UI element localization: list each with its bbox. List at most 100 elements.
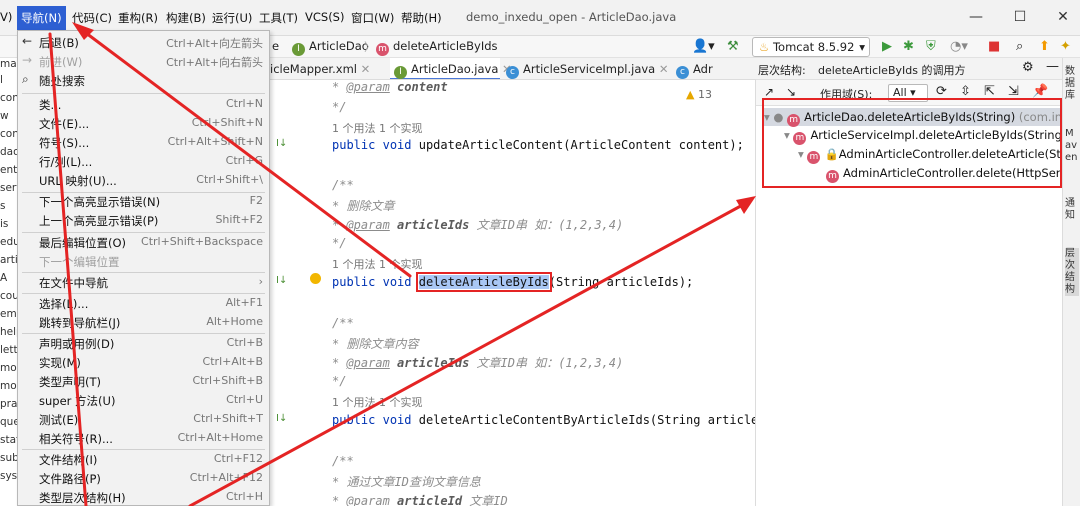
caller-hierarchy-icon[interactable]: ↘: [786, 85, 796, 99]
tree-item[interactable]: mol: [0, 362, 17, 374]
debug-icon[interactable]: ✱: [903, 39, 914, 55]
menu-window[interactable]: 窗口(W): [351, 10, 394, 26]
tree-item[interactable]: w: [0, 110, 9, 122]
menu-tools[interactable]: 工具(T): [259, 10, 298, 26]
menu-item-class[interactable]: 类... Ctrl+N: [18, 95, 269, 114]
minimize-icon[interactable]: —: [965, 7, 987, 27]
menu-item-declaration[interactable]: 声明或用例(D) Ctrl+B: [18, 334, 269, 353]
tree-item[interactable]: dao: [0, 146, 17, 158]
user-icon[interactable]: 👤▾: [692, 39, 715, 55]
breadcrumb-prefix[interactable]: e: [272, 39, 279, 53]
tab-article-mapper-xml[interactable]: icleMapper.xml ✕: [266, 58, 388, 79]
run-icon[interactable]: ▶: [882, 39, 892, 55]
tree-item[interactable]: mor: [0, 380, 17, 392]
breadcrumb-method[interactable]: m deleteArticleByIds: [376, 39, 498, 56]
menu-item-file-path[interactable]: 文件路径(P) Ctrl+Alt+F12: [18, 469, 269, 488]
usage-hint[interactable]: 1 个用法 1 个实现: [332, 120, 423, 136]
menu-item-super-method[interactable]: super 方法(U) Ctrl+U: [18, 391, 269, 410]
tool-window-database[interactable]: 数据库: [1065, 66, 1079, 102]
menu-code[interactable]: 代码(C): [72, 10, 112, 26]
usage-hint[interactable]: 1 个用法 1 个实现: [332, 394, 423, 410]
tree-item[interactable]: que: [0, 416, 17, 428]
tab-article-service-impl[interactable]: c ArticleServiceImpl.java ✕: [502, 58, 670, 79]
tree-item[interactable]: l: [0, 74, 3, 86]
tab-article-dao[interactable]: IArticleDao.java ✕: [390, 58, 512, 79]
lightbulb-icon[interactable]: [310, 273, 321, 284]
menu-item-related-symbol[interactable]: 相关符号(R)... Ctrl+Alt+Home: [18, 429, 269, 448]
pin-icon[interactable]: 📌: [1032, 84, 1048, 99]
tree-node-caller[interactable]: m AdminArticleController.delete(HttpServ: [826, 166, 1060, 183]
tree-item[interactable]: syst: [0, 470, 17, 482]
tree-item[interactable]: enti: [0, 164, 17, 176]
menu-item-search-everywhere[interactable]: ⌕ 随处搜索: [18, 71, 269, 90]
menu-view-partial[interactable]: V): [0, 10, 12, 24]
tree-item[interactable]: ema: [0, 308, 17, 320]
menu-item-file[interactable]: 文件(E)... Ctrl+Shift+N: [18, 114, 269, 133]
expand-all-icon[interactable]: ⇳: [960, 84, 971, 99]
close-tab-icon[interactable]: ✕: [361, 62, 371, 76]
menu-item-file-structure[interactable]: 文件结构(I) Ctrl+F12: [18, 450, 269, 469]
tree-item[interactable]: s: [0, 200, 5, 212]
implemented-gutter-icon[interactable]: I↓: [276, 138, 287, 149]
menu-item-back[interactable]: ← 后退(B) Ctrl+Alt+向左箭头: [18, 33, 269, 52]
collapse-all-icon[interactable]: ⇱: [984, 84, 995, 99]
menu-item-type-declaration[interactable]: 类型声明(T) Ctrl+Shift+B: [18, 372, 269, 391]
menu-item-jump-to-nav-bar[interactable]: 跳转到导航栏(J) Alt+Home: [18, 313, 269, 332]
tree-item[interactable]: ma: [0, 58, 17, 70]
menu-build[interactable]: 构建(B): [166, 10, 206, 26]
coverage-icon[interactable]: ⛨: [926, 39, 936, 55]
menu-item-url-mapping[interactable]: URL 映射(U)... Ctrl+Shift+\: [18, 171, 269, 190]
menu-item-test[interactable]: 测试(E) Ctrl+Shift+T: [18, 410, 269, 429]
selected-method-name[interactable]: deleteArticleByIds: [415, 272, 552, 292]
tree-item[interactable]: con: [0, 128, 17, 140]
profile-icon[interactable]: ◔▾: [950, 39, 968, 55]
menu-item-next-edit-location[interactable]: 下一个编辑位置: [18, 252, 269, 271]
tree-node-root[interactable]: ▾ ● m ArticleDao.deleteArticleByIds(Strin…: [764, 108, 1060, 127]
implemented-gutter-icon[interactable]: I↓: [276, 413, 287, 424]
menu-item-line-column[interactable]: 行/列(L)... Ctrl+G: [18, 152, 269, 171]
code-editor[interactable]: ▲ 13 * @param content */ 1 个用法 1 个实现 I↓ …: [266, 80, 756, 506]
implemented-gutter-icon[interactable]: I↓: [276, 275, 287, 286]
tree-node-caller[interactable]: ▾ m ArticleServiceImpl.deleteArticleByIds…: [784, 128, 1060, 145]
build-hammer-icon[interactable]: ⚒: [727, 39, 739, 55]
refresh-icon[interactable]: ⟳: [936, 84, 947, 99]
gear-icon[interactable]: ⚙: [1022, 60, 1034, 75]
tree-item[interactable]: cou: [0, 290, 17, 302]
menu-navigate[interactable]: 导航(N): [17, 6, 66, 30]
update-icon[interactable]: ⬆: [1039, 39, 1050, 55]
menu-refactor[interactable]: 重构(R): [118, 10, 158, 26]
maximize-icon[interactable]: ☐: [1009, 7, 1031, 27]
breadcrumb-class[interactable]: I ArticleDao: [292, 39, 369, 56]
menu-item-type-hierarchy[interactable]: 类型层次结构(H) Ctrl+H: [18, 488, 269, 505]
menu-item-next-error[interactable]: 下一个高亮显示错误(N) F2: [18, 192, 269, 211]
tree-node-caller[interactable]: ▾ m 🔒AdminArticleController.deleteArticle…: [798, 147, 1060, 164]
stop-icon[interactable]: ■: [988, 39, 1000, 55]
tree-item[interactable]: con: [0, 92, 17, 104]
menu-item-implementation[interactable]: 实现(M) Ctrl+Alt+B: [18, 353, 269, 372]
tree-item[interactable]: edu: [0, 236, 17, 248]
tree-item[interactable]: arti: [0, 254, 17, 266]
tree-item[interactable]: serv: [0, 182, 17, 194]
tree-item[interactable]: help: [0, 326, 17, 338]
tool-window-maven[interactable]: Maven: [1065, 128, 1079, 164]
tree-item[interactable]: lett: [0, 344, 17, 356]
usage-hint[interactable]: 1 个用法 1 个实现: [332, 256, 423, 272]
menu-item-select-in[interactable]: 选择(L)... Alt+F1: [18, 294, 269, 313]
menu-vcs[interactable]: VCS(S): [305, 10, 344, 24]
search-icon[interactable]: ⌕: [1016, 39, 1023, 55]
tab-admin-partial[interactable]: c Adr: [672, 58, 756, 79]
menu-item-previous-error[interactable]: 上一个高亮显示错误(P) Shift+F2: [18, 211, 269, 230]
tool-window-notifications[interactable]: 通知: [1065, 198, 1079, 222]
close-tab-icon[interactable]: ✕: [659, 62, 669, 76]
plugin-icon[interactable]: ✦: [1060, 39, 1071, 55]
menu-help[interactable]: 帮助(H): [401, 10, 442, 26]
run-config-select[interactable]: ♨ Tomcat 8.5.92 ▾: [752, 37, 870, 57]
menu-run[interactable]: 运行(U): [212, 10, 252, 26]
tree-item[interactable]: is: [0, 218, 8, 230]
menu-item-navigate-in-file[interactable]: 在文件中导航 ›: [18, 273, 269, 292]
warning-indicator[interactable]: ▲ 13: [686, 88, 712, 101]
tree-item[interactable]: prai: [0, 398, 17, 410]
export-icon[interactable]: ⇲: [1008, 84, 1019, 99]
tree-item[interactable]: A: [0, 272, 7, 284]
callee-hierarchy-icon[interactable]: ↗: [764, 85, 774, 99]
